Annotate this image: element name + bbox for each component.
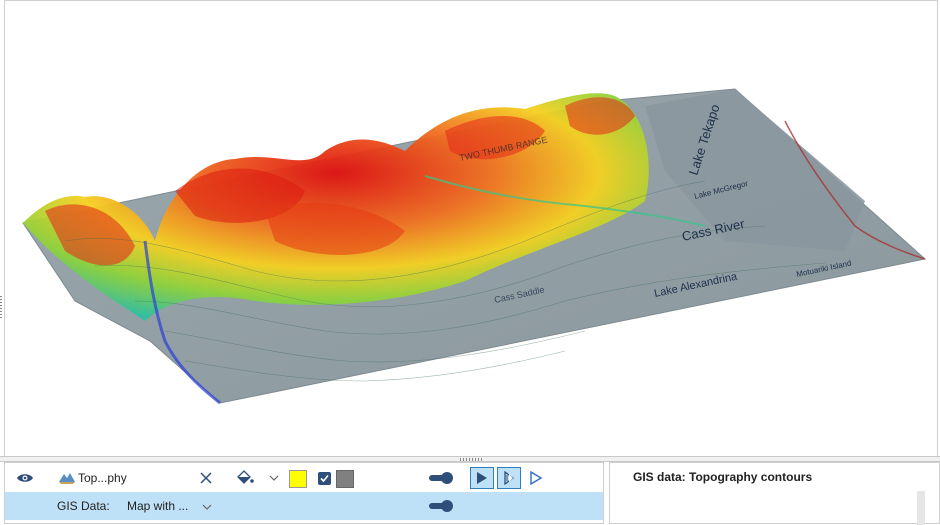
paint-bucket-icon[interactable] [234, 469, 256, 487]
play-icon[interactable] [470, 467, 494, 489]
chevron-down-icon[interactable] [267, 472, 281, 484]
edge-color-swatch[interactable] [336, 470, 354, 488]
gis-data-dropdown-value[interactable]: Map with ... [127, 499, 188, 513]
layer-row-gis-data[interactable]: GIS Data: Map with ... [5, 492, 603, 520]
toggle-icon[interactable] [429, 500, 455, 512]
play-outline-icon[interactable] [526, 469, 546, 487]
color-swatch[interactable] [289, 470, 307, 488]
topography-surface[interactable]: Lake Tekapo Cass River Lake Alexandrina … [5, 1, 937, 456]
3d-scene-viewport[interactable]: Lake Tekapo Cass River Lake Alexandrina … [4, 0, 938, 456]
gis-data-label: GIS Data: [57, 499, 110, 513]
chevron-down-icon[interactable] [200, 501, 214, 513]
topography-icon [57, 470, 77, 486]
layer-row-topography[interactable]: Top...phy [5, 464, 603, 492]
layer-name[interactable]: Top...phy [78, 471, 127, 485]
checkbox-icon[interactable] [318, 472, 331, 485]
properties-panel: GIS data: Topography contours [609, 462, 940, 525]
eye-icon[interactable] [15, 471, 35, 485]
close-icon[interactable] [198, 471, 214, 485]
toggle-icon[interactable] [429, 472, 455, 484]
properties-title: GIS data: Topography contours [633, 470, 813, 484]
left-panel-resize-handle[interactable] [0, 296, 2, 318]
lighting-icon[interactable] [497, 467, 521, 489]
properties-scrollbar[interactable] [917, 491, 925, 525]
layer-list-panel: Top...phy GIS Data: Map with ... [4, 462, 604, 524]
splitter-grip-icon [460, 458, 482, 461]
